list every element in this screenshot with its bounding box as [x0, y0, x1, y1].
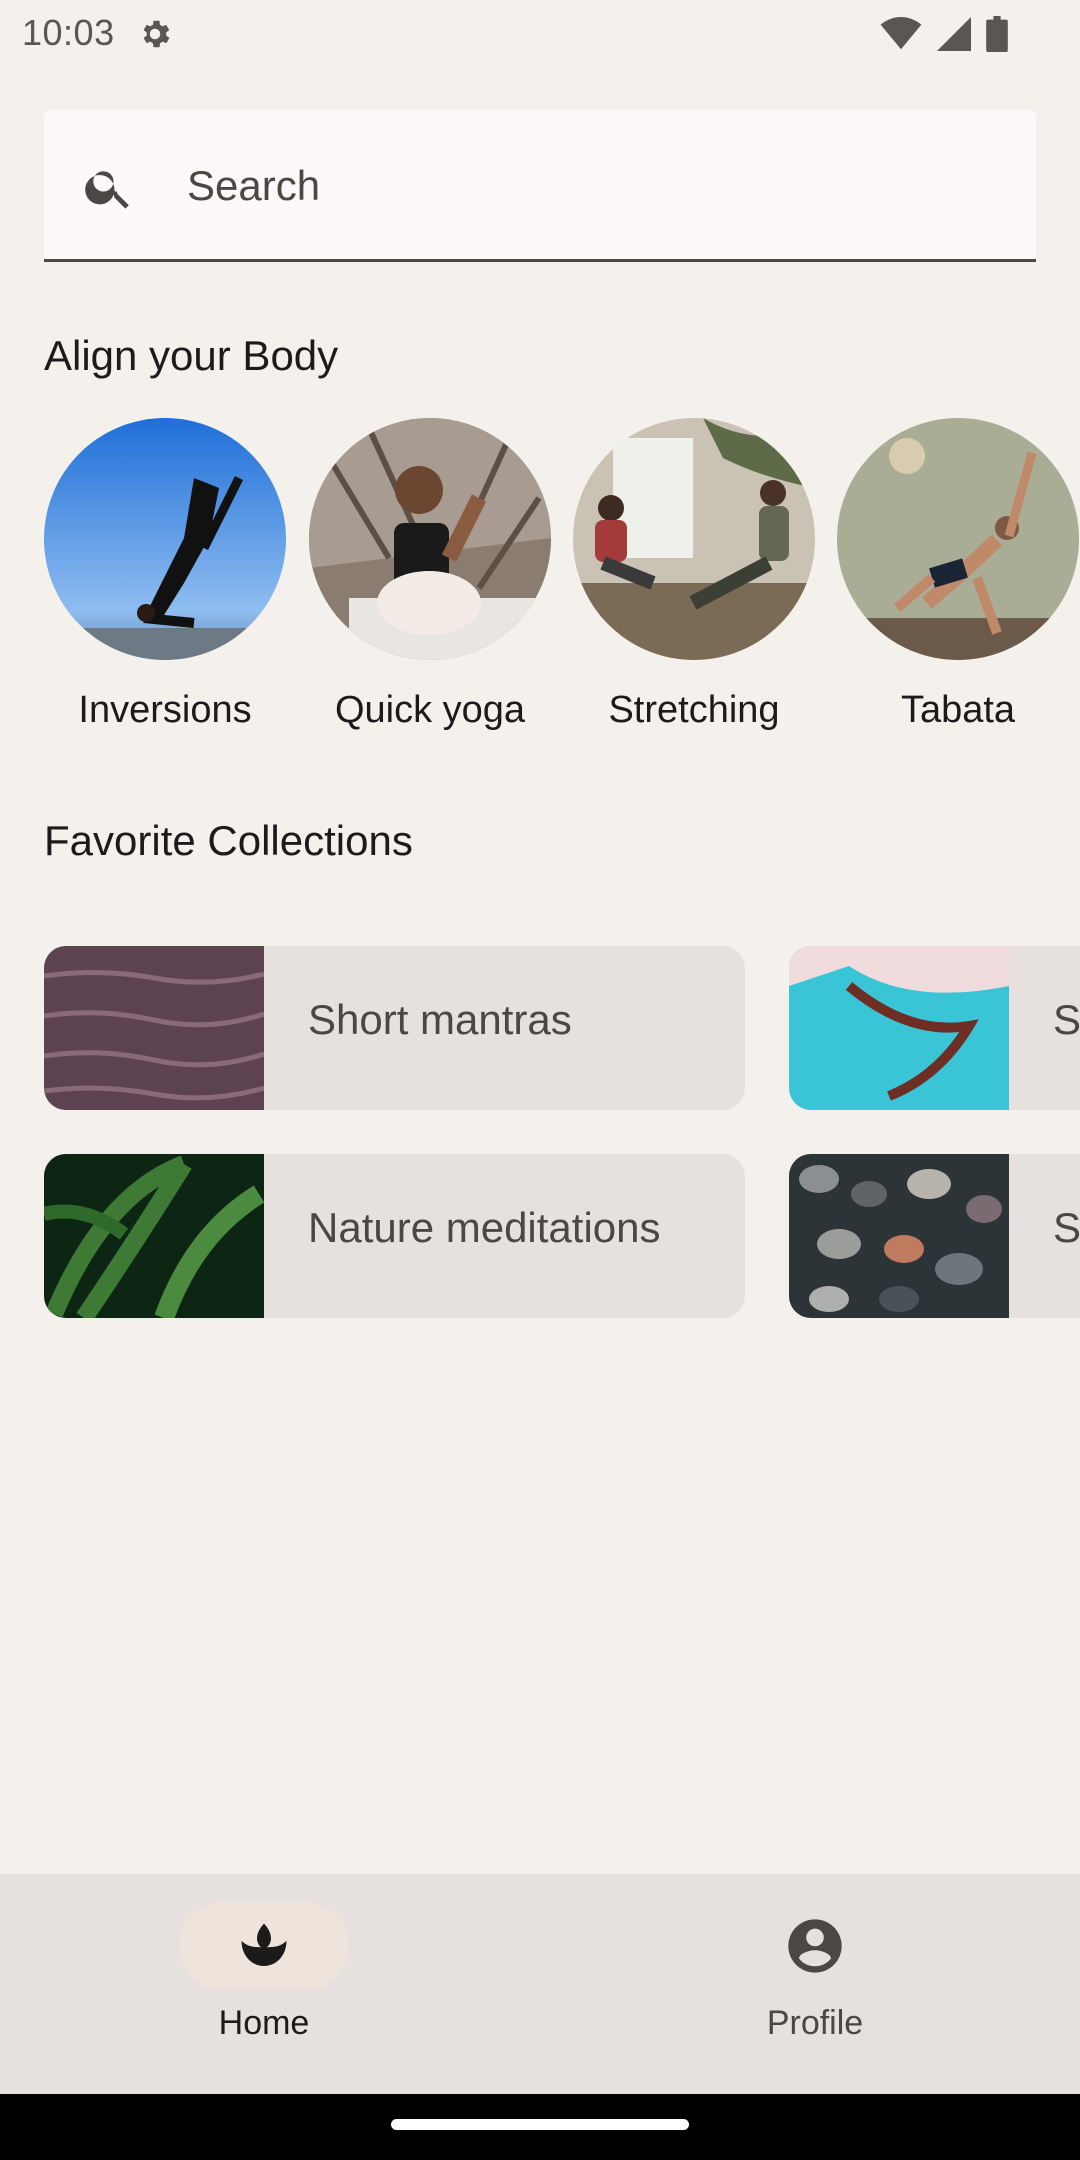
status-icons: [880, 16, 1008, 52]
nature-meditations-image: [44, 1154, 264, 1318]
inversions-image: [44, 418, 286, 660]
nav-indicator: [179, 1902, 349, 1990]
align-item-inversions[interactable]: Inversions: [44, 418, 286, 732]
gesture-navigation-bar: [0, 2094, 1080, 2160]
align-item-label: Quick yoga: [334, 689, 526, 731]
nav-label: Home: [218, 2004, 310, 2042]
battery-icon: [986, 16, 1008, 52]
align-item-label: Tabata: [900, 689, 1016, 731]
cell-signal-icon: [937, 17, 971, 51]
favorite-collections-grid[interactable]: Short mantras St Nature meditations: [44, 946, 1080, 1320]
collection-label: St: [1053, 996, 1080, 1043]
collection-card-short-mantras[interactable]: Short mantras: [44, 946, 745, 1110]
favorites-section-title: Favorite Collections: [44, 817, 413, 864]
nav-indicator: [730, 1902, 900, 1990]
search-bar[interactable]: [44, 110, 1036, 262]
collection-card-nature-meditations[interactable]: Nature meditations: [44, 1154, 745, 1318]
align-section-title: Align your Body: [44, 332, 339, 379]
wifi-icon: [880, 17, 922, 50]
app-screen: 10:03 Align your Body: [0, 0, 1080, 2160]
nav-item-profile[interactable]: Profile: [665, 1902, 965, 2043]
status-time: 10:03: [22, 12, 115, 53]
align-body-row[interactable]: Inversions Quick yoga Stretching Tabata: [44, 418, 1080, 748]
nav-label: Profile: [766, 2004, 864, 2042]
align-item-label: Inversions: [78, 689, 252, 731]
account-circle-icon: [788, 1919, 842, 1973]
short-mantras-image: [44, 946, 264, 1110]
home-gesture-handle[interactable]: [391, 2119, 689, 2130]
beach-aerial-image: [789, 946, 1009, 1110]
spa-icon: [241, 1923, 287, 1966]
search-input[interactable]: [187, 148, 1007, 224]
align-item-tabata[interactable]: Tabata: [837, 418, 1079, 732]
collection-label: Short mantras: [308, 996, 572, 1043]
collection-card-su[interactable]: Su: [789, 1154, 1080, 1318]
stretching-image: [573, 418, 815, 660]
status-bar: 10:03: [0, 0, 1080, 66]
collection-label: Nature meditations: [308, 1204, 661, 1251]
collection-label: Su: [1053, 1204, 1080, 1251]
align-item-label: Stretching: [608, 689, 780, 731]
nav-item-home[interactable]: Home: [114, 1902, 414, 2043]
collection-card-st[interactable]: St: [789, 946, 1080, 1110]
align-item-stretching[interactable]: Stretching: [573, 418, 815, 732]
align-item-quick-yoga[interactable]: Quick yoga: [309, 418, 551, 732]
pebbles-image: [789, 1154, 1009, 1318]
tabata-image: [837, 418, 1079, 660]
search-icon: [85, 171, 129, 209]
quick-yoga-image: [309, 418, 551, 660]
bottom-navigation: Home Profile: [0, 1874, 1080, 2094]
settings-icon: [143, 20, 170, 48]
